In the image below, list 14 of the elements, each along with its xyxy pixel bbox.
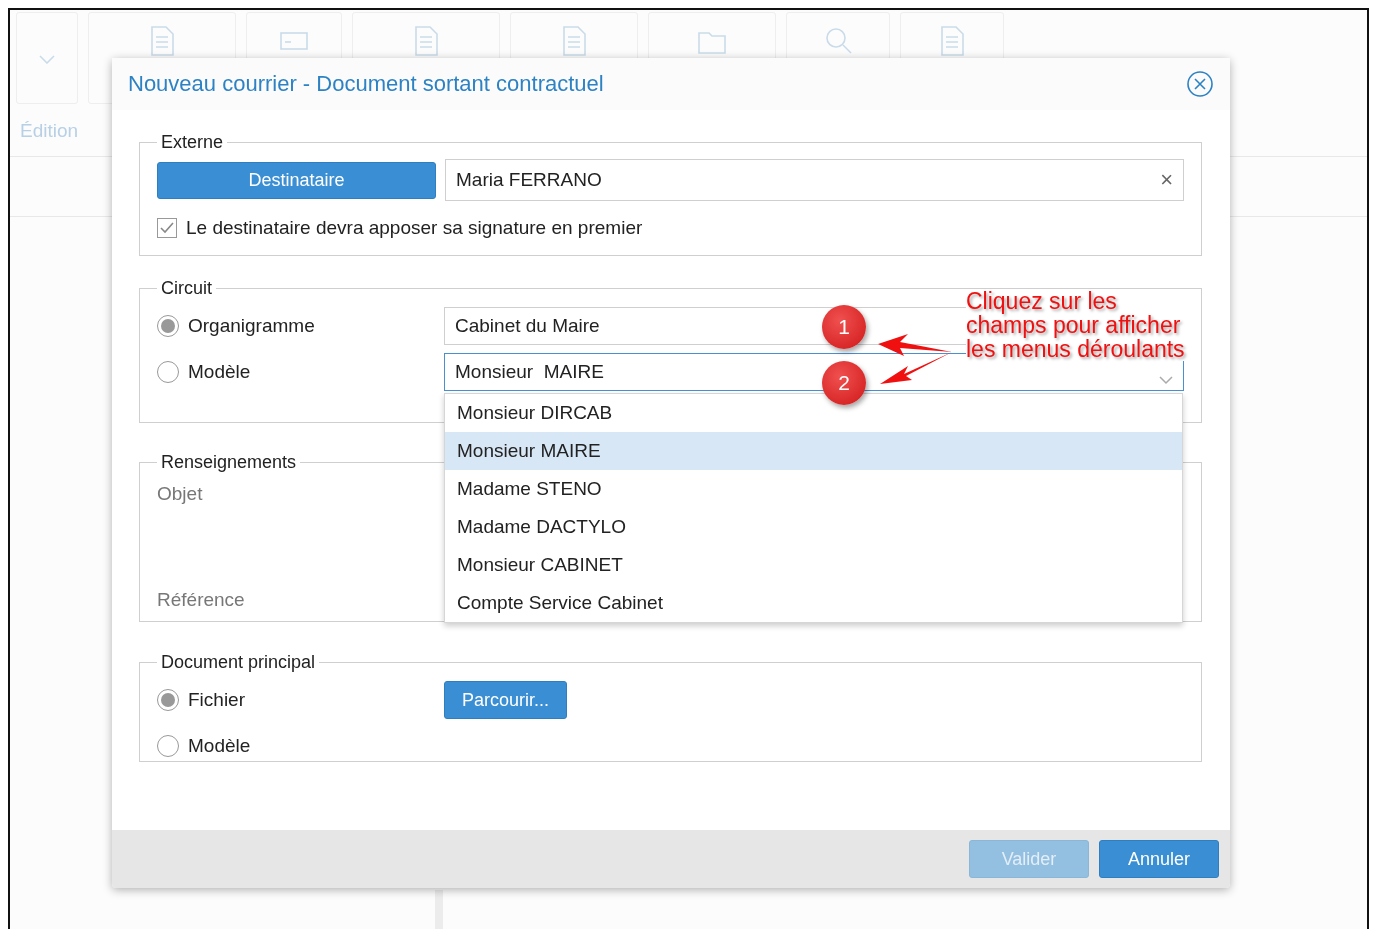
- radio-label: Fichier: [188, 689, 245, 711]
- field-label: Objet: [157, 483, 203, 505]
- dialog-title: Nouveau courrier - Document sortant contractuel: [128, 71, 604, 97]
- radio-label: Organigramme: [188, 315, 315, 337]
- radio-label: Modèle: [188, 735, 251, 757]
- fieldset-legend: Circuit: [157, 278, 216, 299]
- fieldset-legend: Renseignements: [157, 452, 301, 473]
- fieldset-legend: Externe: [157, 132, 228, 153]
- field-label: Référence: [157, 589, 245, 611]
- annotation-tooltip: Cliquez sur les champs pour afficher les menus déroulants: [966, 289, 1185, 361]
- section-label: Édition: [20, 120, 79, 142]
- radio-label: Modèle: [188, 361, 251, 383]
- fieldset-legend: Document principal: [157, 652, 320, 673]
- checkbox-label: Le destinataire devra apposer sa signature en premier: [186, 217, 643, 239]
